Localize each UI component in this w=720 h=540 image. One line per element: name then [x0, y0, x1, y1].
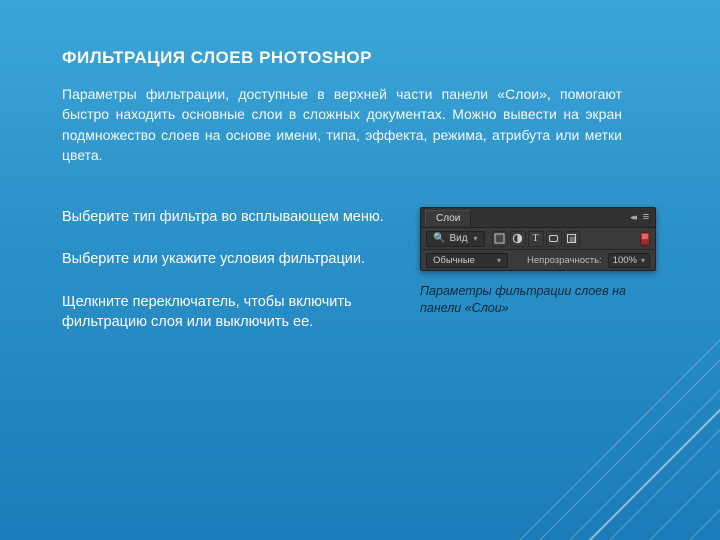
- opacity-field[interactable]: 100% ▾: [608, 253, 650, 268]
- filter-toggle-switch[interactable]: [640, 232, 650, 246]
- panel-menu-icon[interactable]: ≡: [637, 212, 651, 223]
- step-3: Щелкните переключатель, чтобы включить ф…: [62, 292, 392, 333]
- layers-panel: Слои ◂◂ ≡ 🔍 Вид ▾: [420, 207, 656, 271]
- filter-smart-icon[interactable]: [564, 231, 580, 247]
- filter-icon-group: T: [492, 231, 580, 247]
- steps-list: Выберите тип фильтра во всплывающем меню…: [62, 207, 392, 354]
- step-1: Выберите тип фильтра во всплывающем меню…: [62, 207, 392, 227]
- panel-column: Слои ◂◂ ≡ 🔍 Вид ▾: [420, 207, 658, 317]
- filter-pixel-icon[interactable]: [492, 231, 508, 247]
- filter-bar: 🔍 Вид ▾ T: [421, 228, 655, 250]
- chevron-down-icon: ▾: [497, 256, 501, 265]
- chevron-down-icon: ▾: [474, 234, 478, 243]
- blend-mode-dropdown[interactable]: Обычные ▾: [426, 253, 508, 268]
- filter-type-icon[interactable]: T: [528, 231, 544, 247]
- slide: ФИЛЬТРАЦИЯ СЛОЕВ PHOTOSHOP Параметры фил…: [0, 0, 720, 540]
- blend-mode-value: Обычные: [433, 255, 475, 266]
- panel-tabbar: Слои ◂◂ ≡: [421, 208, 655, 228]
- filter-adjustment-icon[interactable]: [510, 231, 526, 247]
- collapse-icon[interactable]: ◂◂: [630, 212, 637, 223]
- intro-paragraph: Параметры фильтрации, доступные в верхне…: [62, 84, 622, 165]
- chevron-down-icon: ▾: [641, 256, 645, 265]
- blend-row: Обычные ▾ Непрозрачность: 100% ▾: [421, 250, 655, 270]
- page-title: ФИЛЬТРАЦИЯ СЛОЕВ PHOTOSHOP: [62, 48, 658, 68]
- lower-section: Выберите тип фильтра во всплывающем меню…: [62, 207, 658, 354]
- search-icon: 🔍: [433, 233, 445, 244]
- filter-type-label: Вид: [449, 233, 467, 244]
- filter-shape-icon[interactable]: [546, 231, 562, 247]
- opacity-label: Непрозрачность:: [527, 255, 602, 266]
- opacity-value: 100%: [613, 255, 637, 266]
- panel-tab-layers[interactable]: Слои: [425, 210, 471, 226]
- panel-caption: Параметры фильтрации слоев на панели «Сл…: [420, 283, 650, 317]
- filter-type-dropdown[interactable]: 🔍 Вид ▾: [426, 231, 485, 247]
- step-2: Выберите или укажите условия фильтрации.: [62, 249, 392, 269]
